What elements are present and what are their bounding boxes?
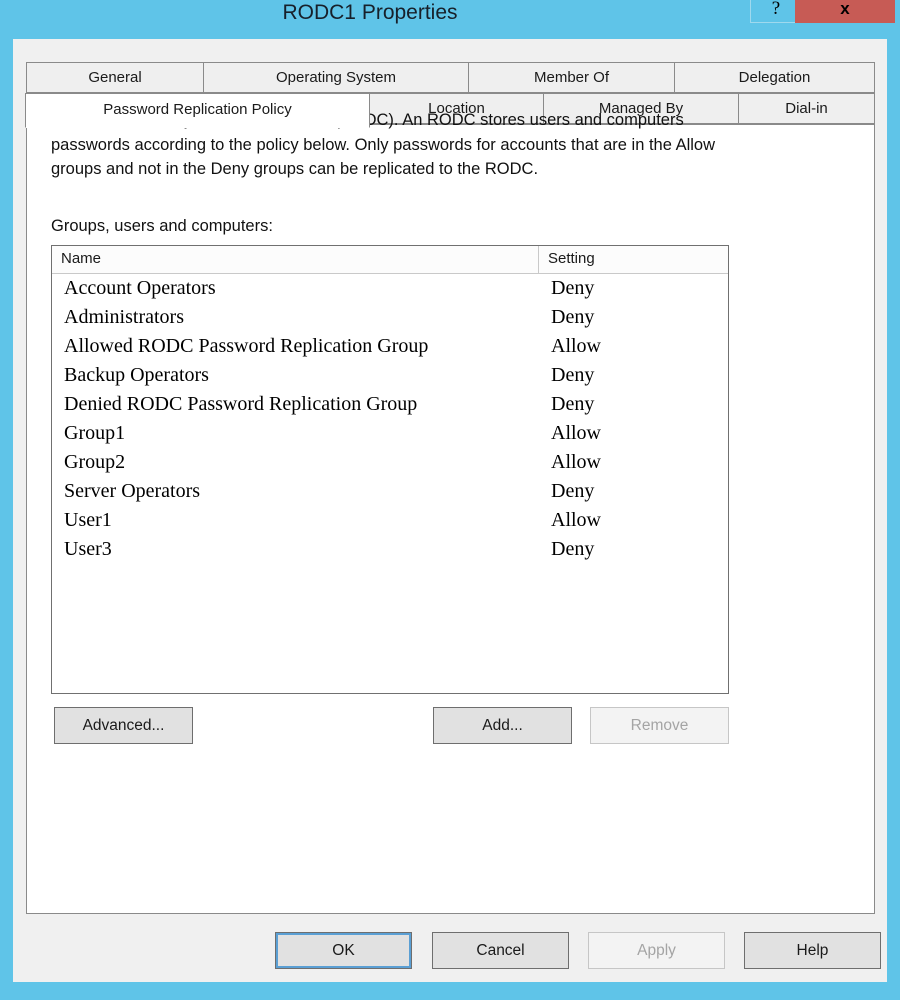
cell-name: Account Operators (64, 277, 216, 299)
table-row[interactable]: Account Operators Deny (52, 274, 728, 303)
cell-setting: Allow (551, 335, 601, 357)
cell-name: User3 (64, 538, 112, 560)
groups-users-computers-label: Groups, users and computers: (51, 217, 273, 235)
close-icon[interactable]: x (795, 0, 895, 23)
table-row[interactable]: Group2 Allow (52, 448, 728, 477)
ok-button[interactable]: OK (275, 932, 412, 969)
table-row[interactable]: Administrators Deny (52, 303, 728, 332)
tab-operating-system[interactable]: Operating System (203, 62, 469, 93)
apply-button: Apply (588, 932, 725, 969)
help-button[interactable]: Help (744, 932, 881, 969)
title-bar: RODC1 Properties ? x (0, 0, 900, 30)
cell-setting: Deny (551, 538, 595, 560)
cell-setting: Deny (551, 364, 595, 386)
table-row[interactable]: User1 Allow (52, 506, 728, 535)
table-row[interactable]: Backup Operators Deny (52, 361, 728, 390)
table-row[interactable]: User3 Deny (52, 535, 728, 564)
table-row[interactable]: Allowed RODC Password Replication Group A… (52, 332, 728, 361)
cell-setting: Deny (551, 277, 595, 299)
add-button[interactable]: Add... (433, 707, 572, 744)
tab-general[interactable]: General (26, 62, 204, 93)
table-row[interactable]: Group1 Allow (52, 419, 728, 448)
cell-name: Group2 (64, 451, 126, 473)
advanced-button[interactable]: Advanced... (54, 707, 193, 744)
cell-name: Group1 (64, 422, 126, 444)
cancel-button[interactable]: Cancel (432, 932, 569, 969)
list-rows: Account Operators Deny Administrators Deny A… (52, 274, 728, 564)
table-row[interactable]: Denied RODC Password Replication Group De… (52, 390, 728, 419)
replication-policy-list[interactable]: Name Setting Account Operators Deny Admini… (51, 245, 729, 694)
cell-setting: Allow (551, 422, 601, 444)
dialog-body: General Operating System Member Of Deleg… (13, 39, 887, 982)
tab-dial-in[interactable]: Dial-in (738, 93, 875, 124)
tab-password-replication-policy[interactable]: Password Replication Policy (25, 93, 370, 128)
column-header-name[interactable]: Name (52, 246, 539, 274)
cell-name: Server Operators (64, 480, 201, 502)
window-title: RODC1 Properties (282, 1, 458, 24)
tab-member-of[interactable]: Member Of (468, 62, 675, 93)
list-header-row: Name Setting (52, 246, 728, 274)
cell-setting: Deny (551, 393, 595, 415)
cell-name: Backup Operators (64, 364, 209, 386)
cell-setting: Allow (551, 451, 601, 473)
properties-window: RODC1 Properties ? x General Operating S… (0, 0, 900, 1000)
cell-name: Allowed RODC Password Replication Group (64, 335, 429, 357)
cell-setting: Deny (551, 306, 595, 328)
remove-button: Remove (590, 707, 729, 744)
tab-delegation[interactable]: Delegation (674, 62, 875, 93)
table-row[interactable]: Server Operators Deny (52, 477, 728, 506)
column-header-setting[interactable]: Setting (539, 246, 728, 274)
cell-name: User1 (64, 509, 112, 531)
cell-setting: Allow (551, 509, 601, 531)
cell-name: Administrators (64, 306, 184, 328)
cell-setting: Deny (551, 480, 595, 502)
cell-name: Denied RODC Password Replication Group (64, 393, 418, 415)
